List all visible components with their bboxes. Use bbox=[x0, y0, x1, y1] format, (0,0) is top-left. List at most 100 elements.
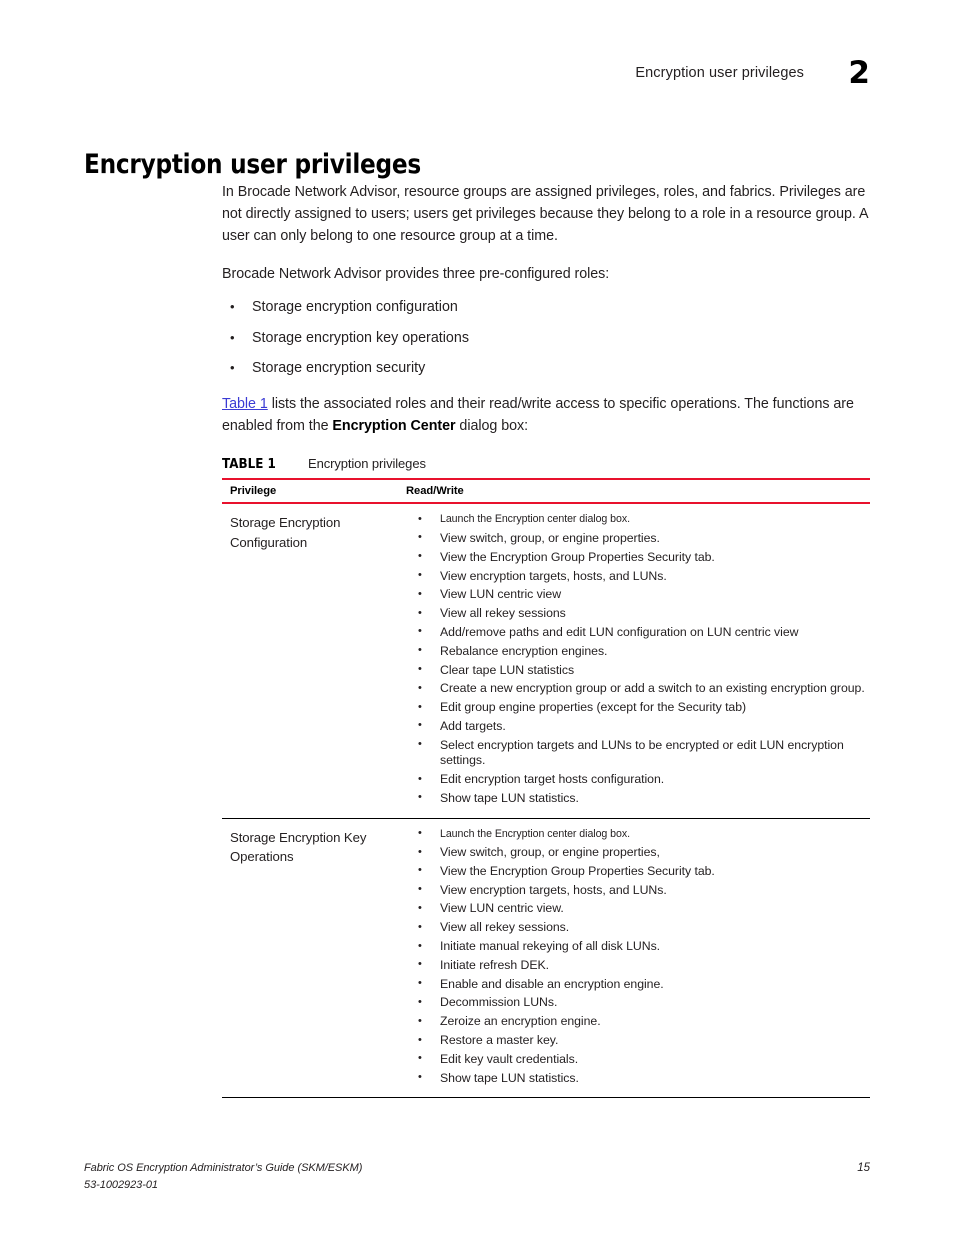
bullet-icon: • bbox=[418, 644, 422, 657]
operation-label: Add/remove paths and edit LUN configurat… bbox=[440, 624, 799, 639]
list-item: • View all rekey sessions. bbox=[398, 920, 870, 936]
privileges-table-block: TABLE 1 Encryption privileges Privilege … bbox=[222, 456, 870, 1099]
bullet-icon: • bbox=[418, 550, 422, 563]
list-item: • Decommission LUNs. bbox=[398, 995, 870, 1011]
bullet-icon: • bbox=[418, 939, 422, 952]
bullet-icon: • bbox=[418, 920, 422, 933]
table-body: Storage Encryption Configuration • Launc… bbox=[222, 503, 870, 1099]
bullet-icon: • bbox=[418, 606, 422, 619]
list-item: • Add/remove paths and edit LUN configur… bbox=[398, 625, 870, 641]
table-row: Storage Encryption Key Operations • Laun… bbox=[222, 818, 870, 1099]
bullet-icon: • bbox=[418, 977, 422, 990]
intro-paragraph-1: In Brocade Network Advisor, resource gro… bbox=[222, 184, 868, 245]
operation-label: Select encryption targets and LUNs to be… bbox=[440, 737, 844, 768]
bullet-icon: • bbox=[418, 958, 422, 971]
bullet-icon: • bbox=[418, 738, 422, 751]
list-item: • View all rekey sessions bbox=[398, 606, 870, 622]
table-header-row: Privilege Read/Write bbox=[222, 478, 870, 505]
bullet-icon: • bbox=[418, 772, 422, 785]
operation-label: View the Encryption Group Properties Sec… bbox=[440, 549, 715, 564]
list-item: • View encryption targets, hosts, and LU… bbox=[398, 569, 870, 585]
bullet-icon: • bbox=[418, 791, 422, 804]
operation-label: View the Encryption Group Properties Sec… bbox=[440, 863, 715, 878]
bullet-icon: • bbox=[418, 901, 422, 914]
role-label: Storage encryption key operations bbox=[252, 329, 469, 346]
xref-text-part-1: lists the associated roles and their rea… bbox=[222, 396, 854, 435]
operation-label: Edit key vault credentials. bbox=[440, 1051, 579, 1066]
list-item: • Initiate manual rekeying of all disk L… bbox=[398, 939, 870, 955]
operation-label: Clear tape LUN statistics bbox=[440, 662, 575, 677]
header-chapter-title: Encryption user privileges bbox=[635, 65, 804, 81]
preconfigured-roles-list: • Storage encryption configuration • Sto… bbox=[222, 297, 870, 379]
footer-document-title: Fabric OS Encryption Administrator’s Gui… bbox=[84, 1162, 363, 1175]
column-header-privilege: Privilege bbox=[222, 478, 398, 505]
bullet-icon: • bbox=[418, 512, 422, 525]
bullet-icon: • bbox=[418, 1071, 422, 1084]
operation-label: Launch the Encryption center dialog box. bbox=[440, 513, 630, 526]
operation-label: Launch the Encryption center dialog box. bbox=[440, 827, 630, 840]
page-title: Encryption user privileges bbox=[84, 149, 421, 181]
operations-list: • Launch the Encryption center dialog bo… bbox=[398, 512, 870, 806]
bullet-icon: • bbox=[418, 845, 422, 858]
operation-label: View switch, group, or engine properties… bbox=[440, 845, 660, 860]
footer-document-info: Fabric OS Encryption Administrator’s Gui… bbox=[84, 1160, 362, 1193]
bullet-icon: • bbox=[418, 531, 422, 544]
list-item: • Launch the Encryption center dialog bo… bbox=[398, 827, 870, 842]
operation-label: Show tape LUN statistics. bbox=[440, 1070, 579, 1085]
list-item: • Zeroize an encryption engine. bbox=[398, 1014, 870, 1030]
operation-label: Show tape LUN statistics. bbox=[440, 790, 579, 805]
operations-cell: • Launch the Encryption center dialog bo… bbox=[398, 818, 870, 1099]
list-item: • Launch the Encryption center dialog bo… bbox=[398, 512, 870, 527]
list-item: • Rebalance encryption engines. bbox=[398, 644, 870, 660]
operation-label: View LUN centric view bbox=[440, 587, 562, 602]
list-item: • View LUN centric view. bbox=[398, 901, 870, 917]
list-item: • Edit group engine properties (except f… bbox=[398, 700, 870, 716]
operation-label: Initiate manual rekeying of all disk LUN… bbox=[440, 939, 661, 954]
operation-label: View LUN centric view. bbox=[440, 901, 564, 916]
operation-label: Zeroize an encryption engine. bbox=[440, 1014, 601, 1029]
list-item: • Initiate refresh DEK. bbox=[398, 958, 870, 974]
list-item: • Show tape LUN statistics. bbox=[398, 1071, 870, 1087]
xref-text-part-2: dialog box: bbox=[455, 418, 529, 435]
document-page: Encryption user privileges 2 Encryption … bbox=[0, 0, 954, 1235]
privilege-name: Storage Encryption Key Operations bbox=[222, 818, 398, 1099]
bullet-icon: • bbox=[418, 663, 422, 676]
bullet-icon: • bbox=[230, 359, 235, 375]
table-1-link[interactable]: Table 1 bbox=[222, 396, 268, 412]
operations-cell: • Launch the Encryption center dialog bo… bbox=[398, 503, 870, 819]
list-item: • Storage encryption security bbox=[222, 358, 870, 379]
list-item: • Select encryption targets and LUNs to … bbox=[398, 738, 870, 769]
list-item: • Edit key vault credentials. bbox=[398, 1052, 870, 1068]
intro-paragraph-2: Brocade Network Advisor provides three p… bbox=[222, 266, 610, 283]
bullet-icon: • bbox=[418, 719, 422, 732]
list-item: • Storage encryption key operations bbox=[222, 328, 870, 349]
table-cross-reference-paragraph: Table 1 lists the associated roles and t… bbox=[222, 393, 870, 437]
operation-label: Initiate refresh DEK. bbox=[440, 957, 549, 972]
list-item: • Enable and disable an encryption engin… bbox=[398, 977, 870, 993]
bullet-icon: • bbox=[418, 827, 422, 840]
operation-label: Enable and disable an encryption engine. bbox=[440, 976, 664, 991]
bullet-icon: • bbox=[418, 883, 422, 896]
role-label: Storage encryption configuration bbox=[252, 299, 458, 316]
list-item: • Show tape LUN statistics. bbox=[398, 791, 870, 807]
list-item: • Add targets. bbox=[398, 719, 870, 735]
list-item: • Storage encryption configuration bbox=[222, 297, 870, 318]
page-footer: Fabric OS Encryption Administrator’s Gui… bbox=[84, 1160, 870, 1193]
operation-label: Restore a master key. bbox=[440, 1033, 559, 1048]
operation-label: View all rekey sessions bbox=[440, 606, 566, 621]
operation-label: View encryption targets, hosts, and LUNs… bbox=[440, 882, 667, 897]
content-column: In Brocade Network Advisor, resource gro… bbox=[222, 181, 870, 1099]
operation-label: Add targets. bbox=[440, 718, 506, 733]
table-caption-title: Encryption privileges bbox=[308, 456, 426, 472]
list-item: • View LUN centric view bbox=[398, 587, 870, 603]
table-row: Storage Encryption Configuration • Launc… bbox=[222, 503, 870, 819]
operation-label: View all rekey sessions. bbox=[440, 920, 570, 935]
operation-label: View switch, group, or engine properties… bbox=[440, 530, 660, 545]
footer-document-number: 53-1002923-01 bbox=[84, 1178, 158, 1191]
bullet-icon: • bbox=[418, 995, 422, 1008]
encryption-privileges-table: Privilege Read/Write Storage Encryption … bbox=[222, 478, 870, 1099]
operation-label: Decommission LUNs. bbox=[440, 995, 558, 1010]
operation-label: Create a new encryption group or add a s… bbox=[440, 681, 865, 696]
list-item: • View encryption targets, hosts, and LU… bbox=[398, 883, 870, 899]
table-header: Privilege Read/Write bbox=[222, 478, 870, 505]
